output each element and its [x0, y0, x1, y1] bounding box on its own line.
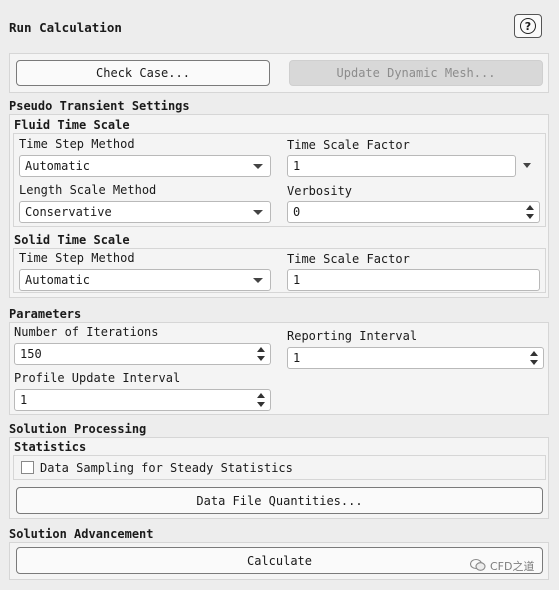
help-icon: ? — [520, 18, 536, 34]
fluid-time-step-method-select[interactable]: Automatic — [19, 155, 271, 177]
fluid-time-step-method-value: Automatic — [25, 159, 91, 173]
chevron-down-icon — [253, 164, 263, 169]
fluid-time-scale-factor-input[interactable]: 1 — [287, 155, 516, 177]
solid-time-step-method-value: Automatic — [25, 273, 91, 287]
chevron-down-icon — [253, 210, 263, 215]
iterations-spinner[interactable]: 150 — [14, 343, 271, 365]
parameters-title: Parameters — [9, 307, 82, 321]
time-scale-factor-dropdown-arrow[interactable] — [523, 163, 531, 168]
profile-update-interval-label: Profile Update Interval — [14, 371, 181, 385]
data-sampling-checkbox[interactable] — [21, 461, 34, 474]
solid-time-scale-factor-label: Time Scale Factor — [287, 252, 410, 266]
profile-update-interval-spinner[interactable]: 1 — [14, 389, 271, 411]
spinner-arrows-icon[interactable] — [526, 204, 536, 220]
verbosity-value: 0 — [293, 205, 301, 219]
check-case-button[interactable]: Check Case... — [16, 60, 270, 86]
iterations-value: 150 — [20, 347, 42, 361]
solution-processing-title: Solution Processing — [9, 422, 147, 436]
length-scale-method-value: Conservative — [25, 205, 112, 219]
verbosity-spinner[interactable]: 0 — [287, 201, 540, 223]
calculate-button[interactable]: Calculate — [16, 547, 543, 574]
solid-time-scale-factor-value: 1 — [293, 273, 301, 287]
fluid-time-step-method-label: Time Step Method — [19, 137, 135, 151]
data-sampling-label[interactable]: Data Sampling for Steady Statistics — [40, 461, 293, 475]
spinner-arrows-icon[interactable] — [257, 346, 267, 362]
data-file-quantities-button[interactable]: Data File Quantities... — [16, 487, 543, 514]
reporting-interval-spinner[interactable]: 1 — [287, 347, 544, 369]
spinner-arrows-icon[interactable] — [257, 392, 267, 408]
chevron-down-icon — [253, 278, 263, 283]
length-scale-method-select[interactable]: Conservative — [19, 201, 271, 223]
panel-title: Run Calculation — [9, 20, 122, 35]
statistics-title: Statistics — [14, 440, 87, 454]
fluid-time-scale-title: Fluid Time Scale — [14, 118, 130, 132]
iterations-label: Number of Iterations — [14, 325, 159, 339]
fluid-time-scale-factor-label: Time Scale Factor — [287, 138, 410, 152]
pseudo-transient-title: Pseudo Transient Settings — [9, 99, 190, 113]
reporting-interval-value: 1 — [293, 351, 301, 365]
update-dynamic-mesh-button: Update Dynamic Mesh... — [289, 60, 543, 86]
fluid-time-scale-factor-value: 1 — [293, 159, 301, 173]
solid-time-scale-title: Solid Time Scale — [14, 233, 130, 247]
watermark-text: CFD之道 — [490, 560, 535, 573]
verbosity-label: Verbosity — [287, 184, 353, 198]
solid-time-step-method-label: Time Step Method — [19, 251, 135, 265]
wechat-logo-icon — [469, 558, 486, 572]
solid-time-step-method-select[interactable]: Automatic — [19, 269, 271, 291]
help-button[interactable]: ? — [514, 14, 542, 38]
solid-time-scale-factor-input[interactable]: 1 — [287, 269, 540, 291]
reporting-interval-label: Reporting Interval — [287, 329, 418, 343]
spinner-arrows-icon[interactable] — [530, 350, 540, 366]
solution-advancement-title: Solution Advancement — [9, 527, 154, 541]
length-scale-method-label: Length Scale Method — [19, 183, 157, 197]
profile-update-interval-value: 1 — [20, 393, 28, 407]
